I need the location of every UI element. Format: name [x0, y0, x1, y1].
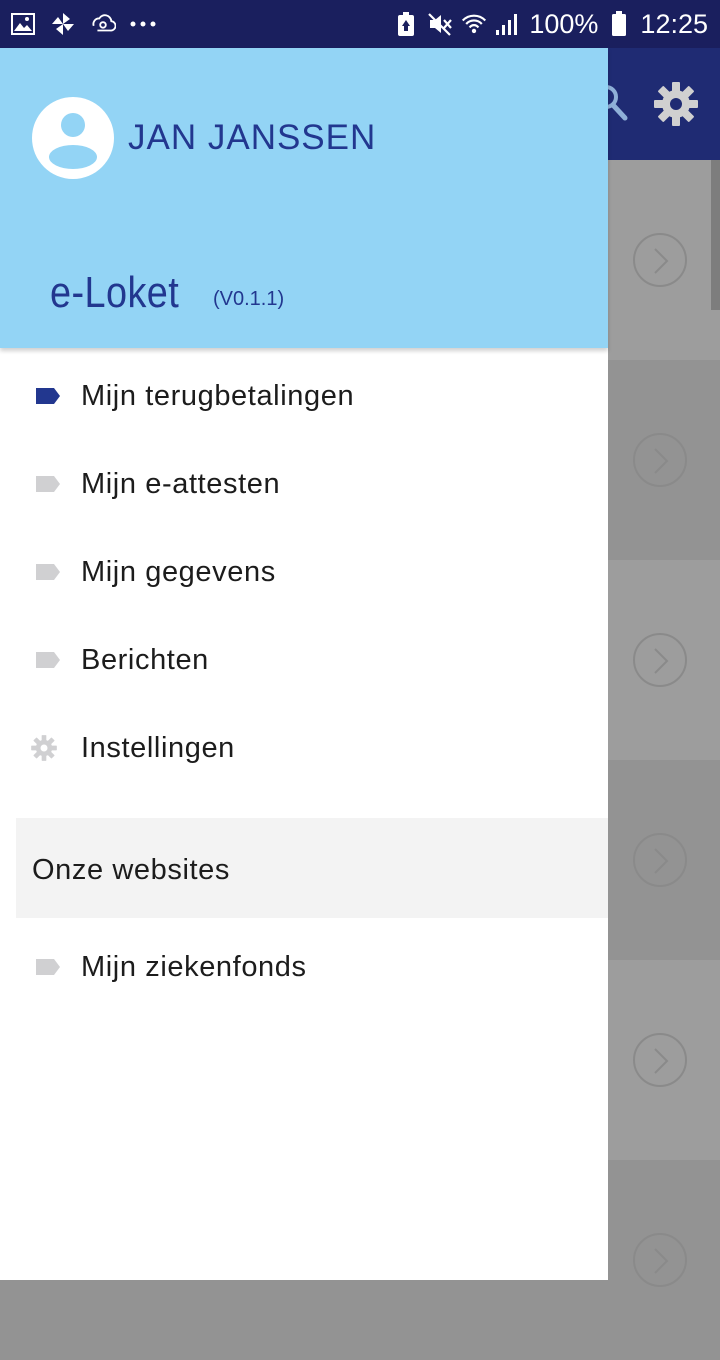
section-header-websites: Onze websites: [16, 818, 608, 918]
status-bar-right: 100% 12:25: [393, 0, 708, 48]
drawer-header: JAN JANSSEN e-Loket (V0.1.1): [0, 48, 608, 348]
sync-icon: [90, 11, 116, 37]
pinwheel-icon: [50, 11, 76, 37]
tag-icon: [34, 382, 62, 410]
menu-item-label: Mijn ziekenfonds: [81, 950, 307, 983]
clock: 12:25: [640, 8, 708, 39]
battery-percent: 100%: [529, 8, 599, 39]
chevron-right-icon[interactable]: [633, 633, 687, 687]
user-icon: [49, 113, 97, 169]
tag-icon: [34, 470, 62, 498]
chevron-right-icon[interactable]: [633, 233, 687, 287]
status-bar: 100% 12:25: [0, 0, 720, 48]
app-version: (V0.1.1): [213, 288, 285, 310]
signal-icon: [495, 11, 521, 37]
tag-icon: [34, 953, 62, 981]
image-icon: [10, 11, 36, 37]
tag-icon: [34, 558, 62, 586]
menu-item-mijn-terugbetalingen[interactable]: Mijn terugbetalingen: [0, 352, 608, 440]
menu-item-label: Mijn gegevens: [81, 555, 276, 588]
avatar[interactable]: [32, 97, 114, 179]
app-logo-text: e-Loket: [50, 268, 180, 317]
wifi-icon: [461, 11, 487, 37]
battery-saver-icon: [393, 11, 419, 37]
section-header-label: Onze websites: [32, 854, 230, 886]
navigation-drawer: JAN JANSSEN e-Loket (V0.1.1) Mijn terugb…: [0, 48, 608, 1280]
chevron-right-icon[interactable]: [633, 1233, 687, 1287]
scrollbar[interactable]: [711, 160, 720, 310]
status-bar-left: [10, 0, 156, 48]
menu-item-label: Mijn e-attesten: [81, 467, 281, 500]
menu-item-mijn-gegevens[interactable]: Mijn gegevens: [0, 528, 608, 616]
more-dots-icon: [130, 11, 156, 37]
menu-item-mijn-ziekenfonds[interactable]: Mijn ziekenfonds: [0, 923, 608, 1011]
chevron-right-icon[interactable]: [633, 433, 687, 487]
settings-gear-icon[interactable]: [652, 80, 700, 128]
menu-item-mijn-e-attesten[interactable]: Mijn e-attesten: [0, 440, 608, 528]
battery-icon: [606, 11, 632, 37]
mute-icon: [427, 11, 453, 37]
chevron-right-icon[interactable]: [633, 1033, 687, 1087]
chevron-right-icon[interactable]: [633, 833, 687, 887]
user-name: JAN JANSSEN: [128, 118, 377, 157]
gear-icon: [30, 734, 58, 762]
menu-item-label: Instellingen: [81, 731, 235, 764]
menu-item-instellingen[interactable]: Instellingen: [0, 704, 608, 792]
menu-item-berichten[interactable]: Berichten: [0, 616, 608, 704]
menu-item-label: Mijn terugbetalingen: [81, 379, 355, 412]
menu-item-label: Berichten: [81, 643, 209, 676]
tag-icon: [34, 646, 62, 674]
